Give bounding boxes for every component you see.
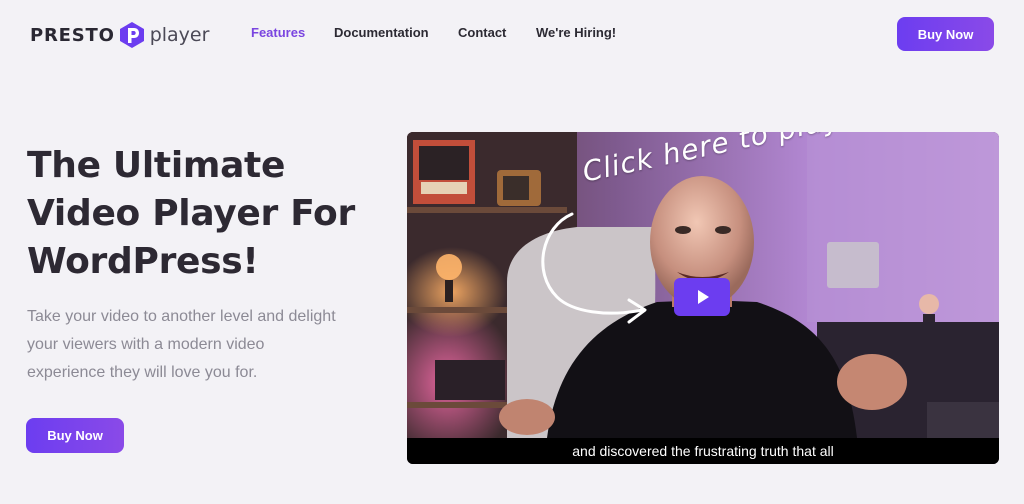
presto-logo-icon	[119, 22, 144, 48]
video-caption: and discovered the frustrating truth tha…	[572, 443, 834, 459]
video-player[interactable]: Click here to play! and discovered the f…	[407, 132, 999, 464]
nav-link-hiring[interactable]: We're Hiring!	[536, 25, 616, 40]
hero-title: The Ultimate Video Player For WordPress!	[27, 145, 355, 282]
brand-logo[interactable]: PRESTO player	[30, 20, 209, 50]
play-button[interactable]	[674, 278, 730, 316]
header-buy-now-button[interactable]: Buy Now	[897, 17, 994, 51]
hero-description: Take your video to another level and del…	[27, 308, 336, 381]
brand-suffix: player	[149, 24, 210, 46]
brand-name: PRESTO	[30, 24, 115, 46]
play-icon	[698, 290, 709, 304]
nav-link-documentation[interactable]: Documentation	[334, 25, 429, 40]
nav-link-contact[interactable]: Contact	[458, 25, 506, 40]
hero-buy-now-button[interactable]: Buy Now	[26, 418, 124, 453]
nav-link-features[interactable]: Features	[251, 25, 305, 40]
caption-bar: and discovered the frustrating truth tha…	[407, 438, 999, 464]
